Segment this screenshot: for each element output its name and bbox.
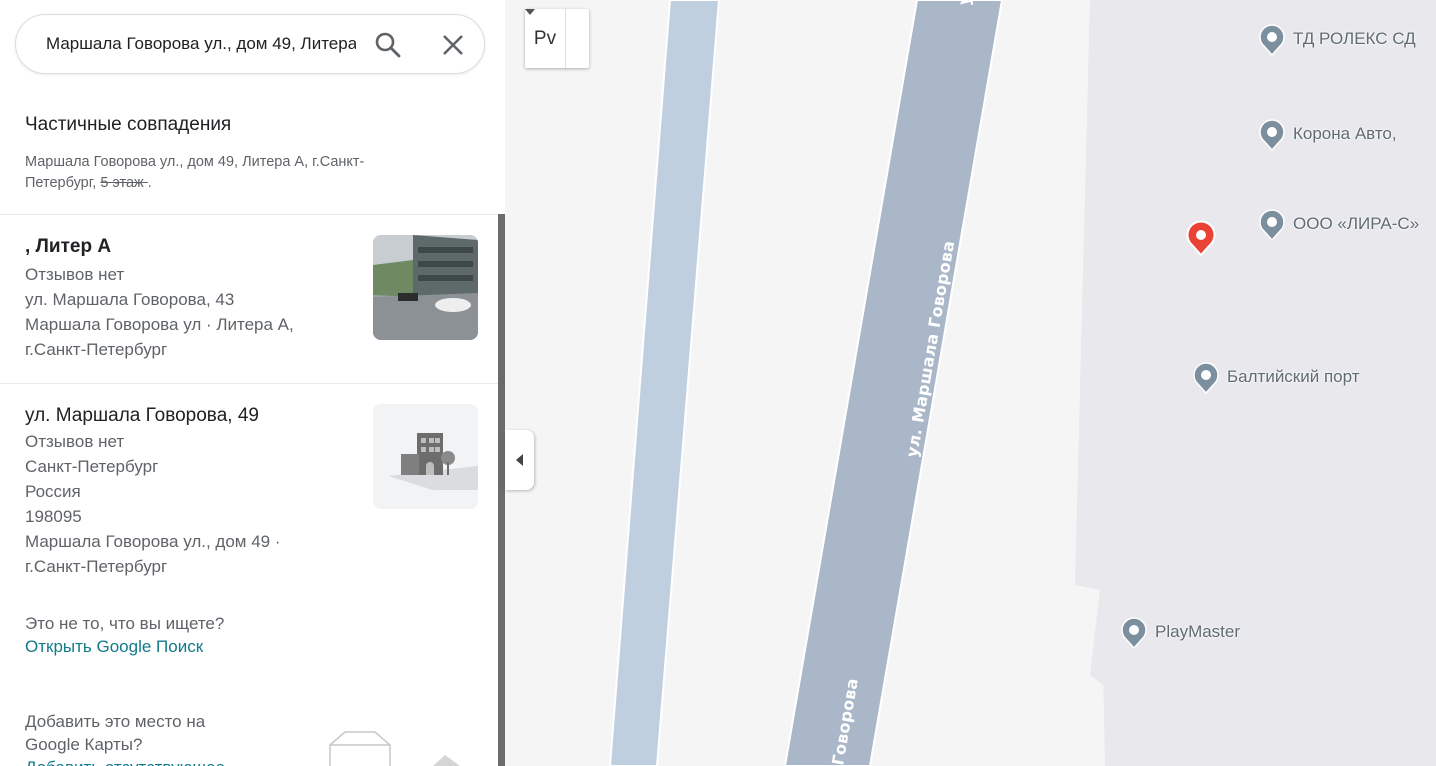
add-place-text: Добавить это место на Google Карты? bbox=[25, 712, 206, 754]
not-found-section: Это не то, что вы ищете? Открыть Google … bbox=[25, 612, 224, 658]
poi-korona-avto[interactable]: Корона Авто, bbox=[1259, 119, 1397, 151]
place-pin-icon bbox=[1259, 209, 1285, 241]
place-pin-icon bbox=[1193, 362, 1219, 394]
result-address-alt: Маршала Говорова ул · Литера А, bbox=[25, 315, 294, 334]
poi-label: Балтийский порт bbox=[1227, 367, 1360, 386]
map-layer-button[interactable]: Pv bbox=[525, 9, 589, 68]
result-reviews: Отзывов нет bbox=[25, 265, 125, 284]
poi-label: PlayMaster bbox=[1155, 622, 1241, 641]
place-pin-icon bbox=[1259, 24, 1285, 56]
sidebar-panel: Частичные совпадения Маршала Говорова ул… bbox=[0, 0, 505, 766]
result-city: г.Санкт-Петербург bbox=[25, 340, 168, 359]
search-input[interactable] bbox=[46, 32, 356, 56]
result-address-alt: Маршала Говорова ул., дом 49 · bbox=[25, 532, 281, 551]
partial-address-struck: 5 этаж bbox=[100, 175, 148, 191]
partial-address-text: Маршала Говорова ул., дом 49, Литера А, … bbox=[25, 154, 365, 191]
poi-label: ООО «ЛИРА-С» bbox=[1293, 214, 1420, 233]
poi-playmaster[interactable]: PlayMaster bbox=[1121, 617, 1241, 649]
result-item-govorova-49[interactable]: ул. Маршала Говорова, 49 Отзывов нет Сан… bbox=[25, 405, 281, 579]
layer-label[interactable]: Pv bbox=[525, 9, 566, 68]
place-pin-icon bbox=[1259, 119, 1285, 151]
result-city-alt: г.Санкт-Петербург bbox=[25, 557, 168, 576]
poi-baltiyskiy-port[interactable]: Балтийский порт bbox=[1193, 362, 1360, 394]
result-title[interactable]: , Литер А bbox=[25, 236, 294, 258]
poi-td-roleks[interactable]: ТД РОЛЕКС СД bbox=[1259, 24, 1416, 56]
chevron-left-icon bbox=[515, 454, 523, 466]
place-pin-icon bbox=[1121, 617, 1147, 649]
result-country: Россия bbox=[25, 482, 81, 501]
map-canvas[interactable]: ул. Маршала Говорова Говорова у Pv ТД РО… bbox=[505, 0, 1436, 766]
collapse-sidebar-button[interactable] bbox=[505, 430, 534, 490]
add-place-illustration bbox=[325, 730, 485, 766]
partial-matches-heading: Частичные совпадения bbox=[25, 114, 232, 135]
red-pin-icon bbox=[1186, 220, 1216, 256]
result-postal-code: 198095 bbox=[25, 507, 82, 526]
poi-lira-s[interactable]: ООО «ЛИРА-С» bbox=[1259, 209, 1420, 241]
not-found-question: Это не то, что вы ищете? bbox=[25, 614, 225, 633]
result-photo-thumbnail[interactable] bbox=[373, 235, 478, 340]
road-marshala-govorova[interactable] bbox=[783, 0, 1004, 766]
result-address: ул. Маршала Говорова, 43 bbox=[25, 290, 235, 309]
add-place-section: Добавить это место на Google Карты? Доба… bbox=[25, 710, 255, 766]
chevron-down-icon[interactable] bbox=[525, 9, 589, 68]
add-missing-place-link[interactable]: Добавить отсутствующее bbox=[25, 758, 225, 766]
poi-label: ТД РОЛЕКС СД bbox=[1293, 29, 1416, 48]
partial-address-end: . bbox=[147, 175, 152, 191]
sidebar-scrollbar[interactable] bbox=[498, 214, 505, 766]
divider bbox=[0, 383, 498, 384]
road-secondary[interactable] bbox=[608, 0, 721, 766]
divider bbox=[0, 214, 498, 215]
result-item-liter-a[interactable]: , Литер А Отзывов нет ул. Маршала Говоро… bbox=[25, 236, 294, 362]
result-reviews: Отзывов нет bbox=[25, 432, 125, 451]
result-title[interactable]: ул. Маршала Говорова, 49 bbox=[25, 405, 281, 427]
close-icon[interactable] bbox=[438, 30, 468, 60]
search-icon[interactable] bbox=[373, 30, 403, 60]
building-placeholder-icon[interactable] bbox=[373, 404, 478, 509]
search-box bbox=[15, 14, 485, 74]
poi-label: Корона Авто, bbox=[1293, 124, 1397, 143]
open-google-search-link[interactable]: Открыть Google Поиск bbox=[25, 637, 203, 656]
partial-matches-address: Маршала Говорова ул., дом 49, Литера А, … bbox=[25, 152, 425, 194]
result-city: Санкт-Петербург bbox=[25, 457, 159, 476]
